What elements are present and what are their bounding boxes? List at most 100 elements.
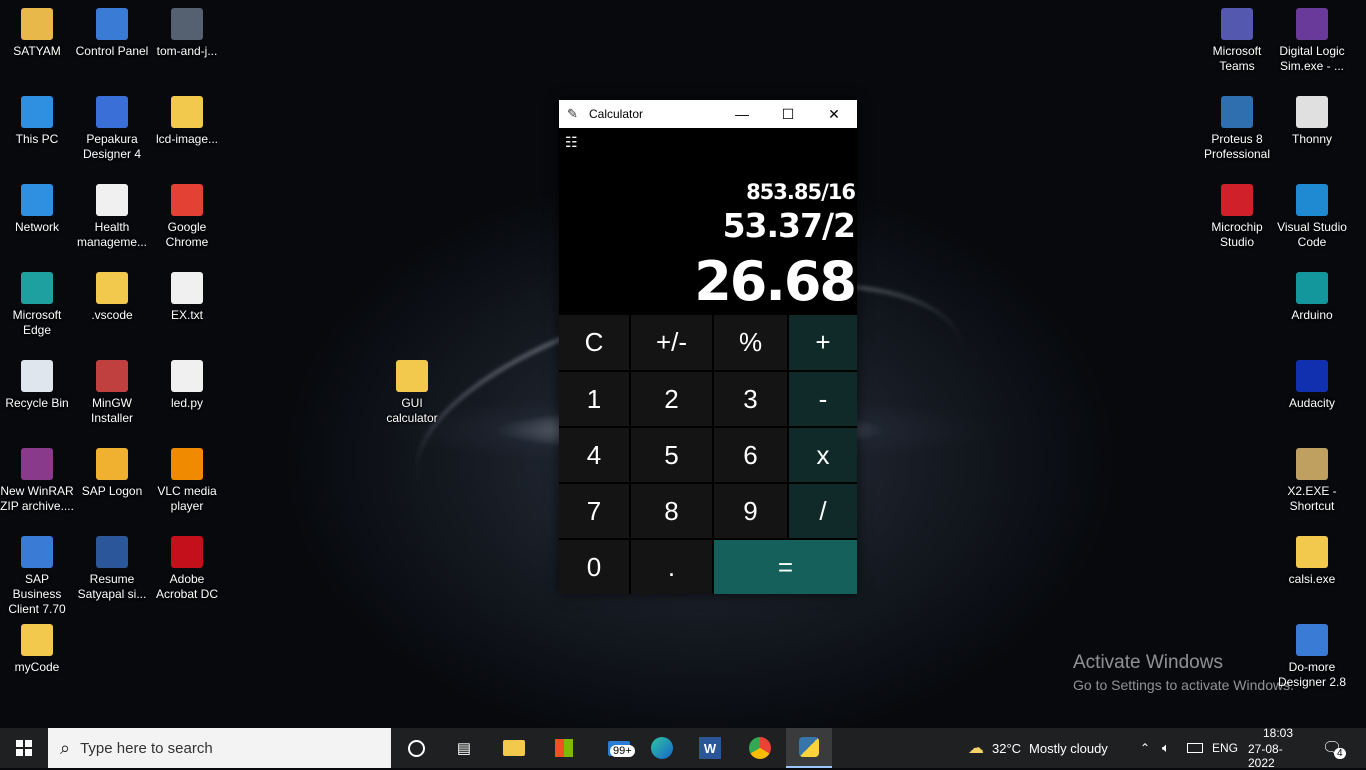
installer-icon — [96, 360, 128, 392]
taskbar-word[interactable]: W — [690, 728, 730, 768]
weather-description: Mostly cloudy — [1029, 740, 1108, 756]
digit-3-button[interactable]: 3 — [714, 372, 787, 426]
computer-icon — [21, 96, 53, 128]
subtract-button[interactable]: - — [789, 372, 857, 426]
desktop-icon[interactable]: Audacity — [1275, 360, 1349, 411]
pepakura-icon — [96, 96, 128, 128]
desktop-icon[interactable]: Proteus 8 Professional — [1200, 96, 1274, 162]
desktop-icon-label: Digital Logic Sim.exe - ... — [1279, 44, 1345, 73]
decimal-button[interactable]: . — [631, 540, 712, 594]
start-button[interactable] — [0, 728, 48, 768]
desktop-icon[interactable]: Pepakura Designer 4 — [75, 96, 149, 162]
taskbar-store[interactable] — [544, 728, 584, 768]
desktop-icon[interactable]: Control Panel — [75, 8, 149, 59]
word-document-icon — [96, 536, 128, 568]
desktop-icon-label: Control Panel — [75, 44, 149, 58]
negate-button[interactable]: +/- — [631, 315, 712, 370]
audacity-icon — [1296, 360, 1328, 392]
clear-button[interactable]: C — [559, 315, 629, 370]
desktop-icon[interactable]: This PC — [0, 96, 74, 147]
taskbar-chrome[interactable] — [740, 728, 780, 768]
desktop-icon[interactable]: X2.EXE - Shortcut — [1275, 448, 1349, 514]
desktop-icon[interactable]: Recycle Bin — [0, 360, 74, 411]
desktop-icon[interactable]: Arduino — [1275, 272, 1349, 323]
desktop-icon[interactable]: myCode — [0, 624, 74, 675]
desktop-icon[interactable]: Microchip Studio — [1200, 184, 1274, 250]
taskbar-search-box[interactable]: ⌕ Type here to search — [48, 728, 391, 768]
desktop-icon[interactable]: Microsoft Teams — [1200, 8, 1274, 74]
desktop-icon[interactable]: Network — [0, 184, 74, 235]
battery-button[interactable] — [1187, 728, 1203, 768]
folder-icon — [396, 360, 428, 392]
desktop-icon[interactable]: New WinRAR ZIP archive.... — [0, 448, 74, 514]
desktop-icon[interactable]: Thonny — [1275, 96, 1349, 147]
digit-2-button[interactable]: 2 — [631, 372, 712, 426]
desktop-icon[interactable]: .vscode — [75, 272, 149, 323]
digit-9-button[interactable]: 9 — [714, 484, 787, 538]
desktop-icon[interactable]: SATYAM — [0, 8, 74, 59]
maximize-button[interactable]: ☐ — [765, 100, 811, 128]
desktop-icon-label: New WinRAR ZIP archive.... — [0, 484, 74, 513]
digit-1-button[interactable]: 1 — [559, 372, 629, 426]
equals-button[interactable]: = — [714, 540, 857, 594]
desktop-icon[interactable]: VLC media player — [150, 448, 224, 514]
digit-6-button[interactable]: 6 — [714, 428, 787, 482]
python-exe-icon — [1296, 536, 1328, 568]
cortana-circle-icon — [407, 739, 425, 757]
search-placeholder: Type here to search — [80, 739, 213, 757]
desktop-icon[interactable]: Adobe Acrobat DC — [150, 536, 224, 602]
desktop-icon[interactable]: EX.txt — [150, 272, 224, 323]
sap-logon-icon — [96, 448, 128, 480]
taskbar-python-app-active[interactable] — [786, 728, 832, 768]
minimize-button[interactable]: — — [719, 100, 765, 128]
desktop-icon[interactable]: calsi.exe — [1275, 536, 1349, 587]
store-icon — [555, 739, 573, 757]
desktop-icon-label: led.py — [170, 396, 204, 410]
chrome-icon — [171, 184, 203, 216]
clock[interactable]: 18:03 27-08-2022 — [1248, 726, 1308, 770]
word-icon: W — [699, 737, 721, 759]
desktop-icon[interactable]: Visual Studio Code — [1275, 184, 1349, 250]
divide-button[interactable]: / — [789, 484, 857, 538]
title-bar[interactable]: ✎ Calculator — ☐ ✕ — [559, 100, 857, 128]
result-display: 26.68 — [694, 250, 857, 313]
taskbar-mail[interactable]: 99+ — [596, 728, 642, 768]
digit-7-button[interactable]: 7 — [559, 484, 629, 538]
multiply-button[interactable]: x — [789, 428, 857, 482]
add-button[interactable]: + — [789, 315, 857, 370]
desktop-icon[interactable]: lcd-image... — [150, 96, 224, 147]
cortana-button[interactable] — [396, 728, 436, 768]
menu-icon[interactable]: ☷ — [565, 134, 578, 151]
desktop-icon[interactable]: Health manageme... — [75, 184, 149, 250]
desktop-icon[interactable]: MinGW Installer — [75, 360, 149, 426]
domore-icon — [1296, 624, 1328, 656]
close-button[interactable]: ✕ — [811, 100, 857, 128]
digit-5-button[interactable]: 5 — [631, 428, 712, 482]
task-view-button[interactable]: ▤ — [444, 728, 484, 768]
language-indicator[interactable]: ENG — [1212, 728, 1238, 768]
desktop-icon-label: SATYAM — [13, 44, 61, 58]
speaker-icon: 🔈︎ — [1162, 740, 1170, 755]
taskbar-file-explorer[interactable] — [494, 728, 534, 768]
volume-button[interactable]: 🔈︎ — [1162, 728, 1170, 768]
file-explorer-icon — [503, 740, 525, 756]
digit-0-button[interactable]: 0 — [559, 540, 629, 594]
percent-button[interactable]: % — [714, 315, 787, 370]
desktop-icon[interactable]: tom-and-j... — [150, 8, 224, 59]
desktop-icon[interactable]: SAP Business Client 7.70 — [0, 536, 74, 617]
desktop-icon[interactable]: led.py — [150, 360, 224, 411]
desktop-icon[interactable]: Google Chrome — [150, 184, 224, 250]
desktop-icon-gui-calculator[interactable]: GUI calculator — [375, 360, 449, 426]
taskbar-edge[interactable] — [642, 728, 682, 768]
digit-8-button[interactable]: 8 — [631, 484, 712, 538]
desktop-icon[interactable]: Resume Satyapal si... — [75, 536, 149, 602]
digit-4-button[interactable]: 4 — [559, 428, 629, 482]
desktop-icon[interactable]: SAP Logon — [75, 448, 149, 499]
desktop-icon[interactable]: Digital Logic Sim.exe - ... — [1275, 8, 1349, 74]
desktop-icon-label: myCode — [14, 660, 60, 674]
notification-center-button[interactable]: 🗨︎ 4 — [1322, 728, 1346, 768]
desktop-icon[interactable]: Microsoft Edge — [0, 272, 74, 338]
desktop-icon-label: .vscode — [91, 308, 133, 322]
show-hidden-icons-button[interactable]: ⌃ — [1140, 728, 1150, 768]
weather-widget[interactable]: ☁ 32°C Mostly cloudy — [968, 728, 1108, 768]
